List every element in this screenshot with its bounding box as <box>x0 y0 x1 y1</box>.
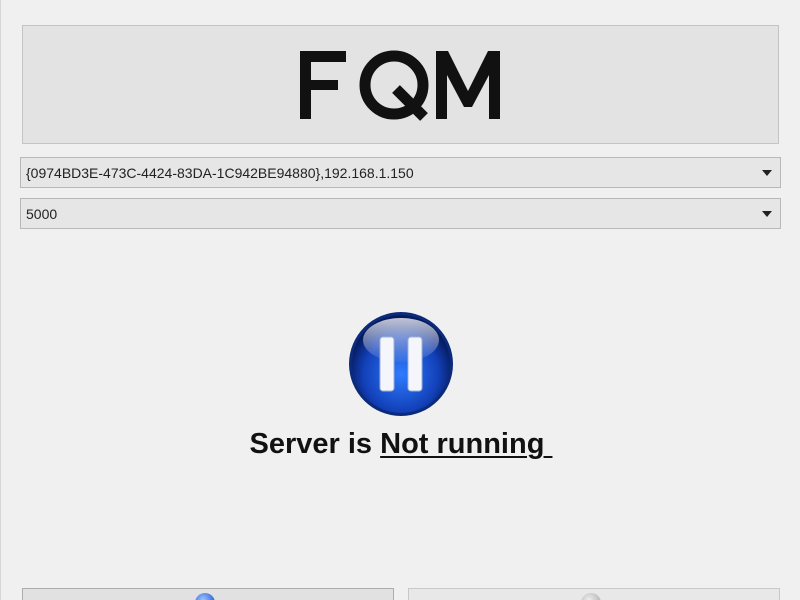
stop-icon <box>581 593 601 600</box>
dropdown-arrow-icon[interactable] <box>754 199 780 228</box>
network-adapter-select[interactable]: {0974BD3E-473C-4424-83DA-1C942BE94880},1… <box>20 157 781 188</box>
logo-banner <box>22 25 779 144</box>
main-window: {0974BD3E-473C-4424-83DA-1C942BE94880},1… <box>0 0 800 600</box>
status-prefix: Server is <box>249 428 381 460</box>
network-adapter-value: {0974BD3E-473C-4424-83DA-1C942BE94880},1… <box>26 164 414 181</box>
port-value: 5000 <box>26 205 58 222</box>
dropdown-arrow-icon[interactable] <box>754 158 780 187</box>
start-icon <box>195 593 215 600</box>
server-status-text: Server is Not running <box>1 428 800 461</box>
port-select[interactable]: 5000 <box>20 198 781 229</box>
stop-button[interactable] <box>408 588 780 600</box>
fqm-logo <box>299 50 500 121</box>
pause-icon <box>347 310 455 418</box>
start-button[interactable] <box>22 588 394 600</box>
status-state: Not running <box>380 428 553 460</box>
